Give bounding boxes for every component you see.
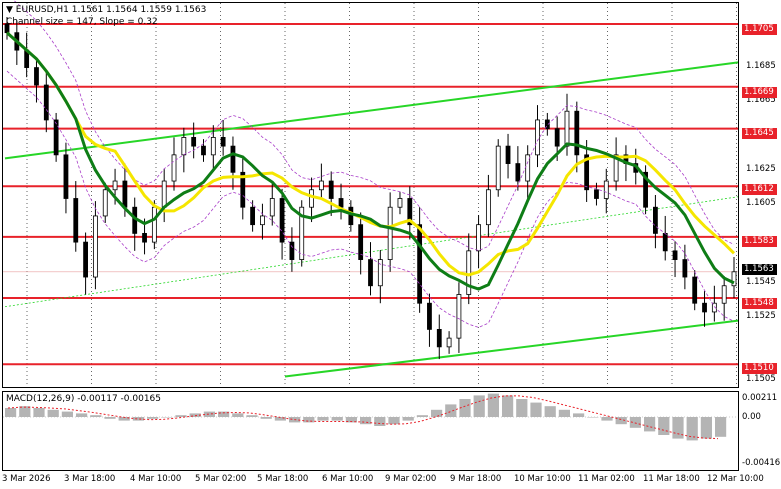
price-tick: 1.1525 [746,311,776,321]
time-tick: 11 Mar 18:00 [643,474,700,484]
time-tick: 6 Mar 10:00 [322,474,374,484]
time-tick: 12 Mar 10:00 [707,474,764,484]
current-price-tag: 1.1563 [742,264,777,275]
macd-tick: 0.00 [742,412,761,422]
level-tag-1705: 1.1705 [742,24,777,35]
price-tick: 1.1625 [746,164,776,174]
channel-info: Channel size = 147, Slope = 0.32 [6,17,158,27]
level-tag-1583: 1.1583 [742,236,777,247]
level-tag-1645: 1.1645 [742,128,777,139]
time-tick: 9 Mar 18:00 [450,474,502,484]
time-tick: 5 Mar 18:00 [257,474,309,484]
macd-title: MACD(12,26,9) -0.00117 -0.00165 [6,394,162,404]
price-tick: 1.1505 [746,374,776,384]
time-tick: 4 Mar 10:00 [130,474,182,484]
trading-chart-window: ▼ EURUSD,H1 1.1561 1.1564 1.1559 1.1563 … [0,0,781,489]
symbol-info-text: EURUSD,H1 1.1561 1.1564 1.1559 1.1563 [15,5,207,15]
level-tag-1510: 1.1510 [742,363,777,374]
price-tick: 1.1685 [746,61,776,71]
symbol-arrow-icon: ▼ [6,5,13,15]
macd-tick: -0.00416 [742,458,781,468]
price-panel-frame [2,2,739,388]
price-tick: 1.1545 [746,277,776,287]
level-tag-1548: 1.1548 [742,298,777,309]
symbol-info: ▼ EURUSD,H1 1.1561 1.1564 1.1559 1.1563 [6,5,206,15]
macd-tick: 0.00211 [742,393,778,403]
time-tick: 3 Mar 2026 [2,474,51,484]
level-tag-1669: 1.1669 [742,87,777,98]
time-tick: 3 Mar 18:00 [64,474,116,484]
time-tick: 9 Mar 02:00 [385,474,437,484]
time-tick: 10 Mar 10:00 [514,474,571,484]
time-tick: 11 Mar 02:00 [578,474,635,484]
level-tag-1612: 1.1612 [742,184,777,195]
price-tick: 1.1605 [746,198,776,208]
time-tick: 5 Mar 02:00 [195,474,247,484]
